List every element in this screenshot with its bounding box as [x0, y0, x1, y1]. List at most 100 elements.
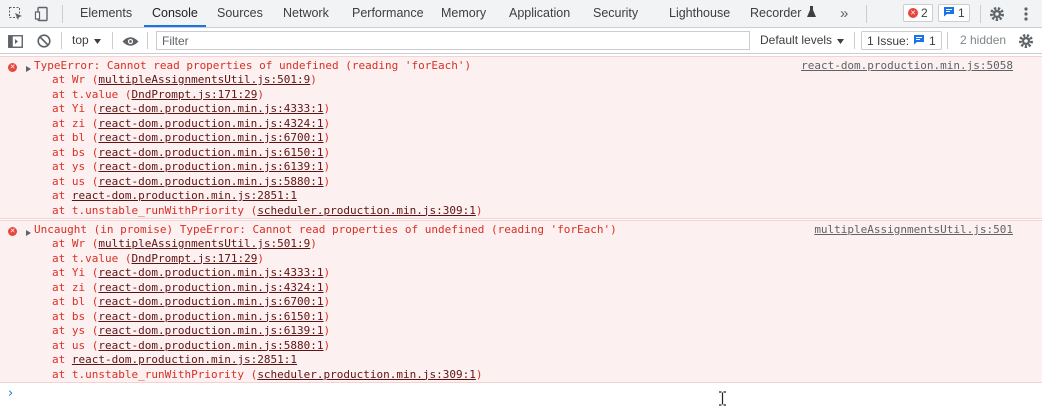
stack-frame: at t.unstable_runWithPriority (scheduler…	[52, 203, 483, 217]
error-icon: ✕	[908, 8, 918, 18]
divider	[61, 32, 62, 49]
message-count: 1	[958, 6, 965, 20]
stack-frame: at bs (react-dom.production.min.js:6150:…	[52, 309, 331, 323]
divider	[854, 32, 855, 49]
stack-frame: at zi (react-dom.production.min.js:4324:…	[52, 280, 331, 294]
tab-network[interactable]: Network	[283, 0, 329, 27]
stack-link[interactable]: multipleAssignmentsUtil.js:501:9	[98, 73, 310, 86]
stack-link[interactable]: react-dom.production.min.js:4333:1	[98, 102, 323, 115]
stack-link[interactable]: react-dom.production.min.js:5880:1	[98, 339, 323, 352]
error-count: 2	[921, 6, 928, 20]
tab-console[interactable]: Console	[144, 0, 206, 27]
tab-memory[interactable]: Memory	[441, 0, 486, 27]
divider	[980, 5, 981, 23]
tab-recorder-label: Recorder	[750, 6, 802, 20]
stack-frame: at Wr (multipleAssignmentsUtil.js:501:9)	[52, 237, 317, 250]
filter-input[interactable]	[156, 31, 750, 50]
message-icon	[943, 6, 955, 20]
hidden-count: 2 hidden	[960, 33, 1007, 47]
flask-icon	[806, 0, 816, 27]
stack-frame: at us (react-dom.production.min.js:5880:…	[52, 174, 331, 188]
stack-link[interactable]: react-dom.production.min.js:2851:1	[72, 189, 297, 202]
stack-frame: at ys (react-dom.production.min.js:6139:…	[52, 324, 331, 337]
context-label: top	[72, 33, 89, 47]
stack-link[interactable]: react-dom.production.min.js:4333:1	[98, 266, 323, 279]
stack-frame: at react-dom.production.min.js:2851:1	[52, 189, 298, 202]
issues-count: 1	[929, 33, 936, 48]
tab-performance[interactable]: Performance	[352, 0, 424, 27]
tab-elements[interactable]: Elements	[80, 0, 132, 27]
context-selector[interactable]: top	[72, 33, 101, 47]
stack-link[interactable]: react-dom.production.min.js:4324:1	[98, 117, 323, 130]
console-toolbar: top Default levels 1 Issue: 1 2 hidden	[0, 28, 1042, 54]
stack-frame: at t.unstable_runWithPriority (scheduler…	[52, 367, 483, 381]
tab-application[interactable]: Application	[509, 0, 570, 27]
stack-frame: at ys (react-dom.production.min.js:6139:…	[52, 160, 331, 173]
stack-link[interactable]: multipleAssignmentsUtil.js:501:9	[98, 237, 310, 250]
error-icon: ✕	[8, 227, 17, 236]
dropdown-arrow-icon	[93, 33, 101, 47]
live-expression-eye-icon[interactable]	[120, 31, 140, 51]
divider	[947, 32, 948, 49]
device-toolbar-icon[interactable]	[32, 4, 52, 24]
inspect-element-icon[interactable]	[6, 4, 26, 24]
message-count-badge[interactable]: 1	[938, 4, 970, 22]
kebab-menu-icon[interactable]	[1016, 4, 1036, 24]
stack-link[interactable]: react-dom.production.min.js:4324:1	[98, 281, 323, 294]
settings-gear-icon[interactable]	[987, 4, 1007, 24]
stack-frame: at Yi (react-dom.production.min.js:4333:…	[52, 266, 331, 279]
stack-frame: at us (react-dom.production.min.js:5880:…	[52, 338, 331, 352]
stack-link[interactable]: react-dom.production.min.js:6139:1	[98, 160, 323, 173]
clear-console-icon[interactable]	[34, 31, 54, 51]
console-error-message: ✕ TypeError: Cannot read properties of u…	[0, 56, 1042, 219]
stack-frame: at react-dom.production.min.js:2851:1	[52, 353, 298, 366]
stack-link[interactable]: react-dom.production.min.js:5880:1	[98, 175, 323, 188]
stack-frame: at t.value (DndPrompt.js:171:29)	[52, 87, 264, 101]
tab-security[interactable]: Security	[593, 0, 638, 27]
error-text: TypeError: Cannot read properties of und…	[34, 59, 472, 72]
stack-frame: at Wr (multipleAssignmentsUtil.js:501:9)	[52, 73, 317, 86]
stack-link[interactable]: react-dom.production.min.js:6139:1	[98, 324, 323, 337]
tab-recorder[interactable]: Recorder	[750, 0, 816, 27]
levels-label: Default levels	[760, 33, 833, 47]
stack-link[interactable]: scheduler.production.min.js:309:1	[257, 204, 476, 217]
error-count-badge[interactable]: ✕ 2	[903, 4, 933, 22]
default-levels-dropdown[interactable]: Default levels	[760, 33, 845, 47]
stack-link[interactable]: react-dom.production.min.js:6150:1	[98, 146, 323, 159]
stack-link[interactable]: react-dom.production.min.js:6700:1	[98, 295, 323, 308]
tab-sources[interactable]: Sources	[217, 0, 263, 27]
sidebar-toggle-icon[interactable]	[5, 31, 25, 51]
expand-triangle-icon[interactable]	[26, 66, 31, 72]
stack-frame: at zi (react-dom.production.min.js:4324:…	[52, 116, 331, 130]
devtools-tabbar: Elements Console Sources Network Perform…	[0, 0, 1042, 28]
tab-lighthouse[interactable]: Lighthouse	[669, 0, 730, 27]
issues-label: 1 Issue:	[867, 33, 910, 48]
stack-link[interactable]: react-dom.production.min.js:6150:1	[98, 310, 323, 323]
error-icon: ✕	[8, 63, 17, 72]
console-settings-gear-icon[interactable]	[1016, 31, 1036, 51]
divider	[112, 32, 113, 49]
issues-button[interactable]: 1 Issue: 1	[861, 31, 942, 50]
dropdown-arrow-icon	[837, 33, 845, 47]
divider	[62, 5, 63, 23]
stack-link[interactable]: DndPrompt.js:171:29	[131, 252, 257, 265]
issue-message-icon	[913, 34, 925, 48]
stack-link[interactable]: DndPrompt.js:171:29	[131, 88, 257, 101]
expand-triangle-icon[interactable]	[26, 230, 31, 236]
stack-link[interactable]: scheduler.production.min.js:309:1	[257, 368, 476, 381]
more-tabs-button[interactable]: »	[840, 0, 848, 27]
stack-frame: at bs (react-dom.production.min.js:6150:…	[52, 145, 331, 159]
console-prompt-icon: ›	[8, 386, 14, 401]
source-link[interactable]: react-dom.production.min.js:5058	[801, 59, 1013, 73]
stack-link[interactable]: react-dom.production.min.js:6700:1	[98, 131, 323, 144]
source-link[interactable]: multipleAssignmentsUtil.js:501	[814, 223, 1013, 237]
divider	[147, 32, 148, 49]
stack-link[interactable]: react-dom.production.min.js:2851:1	[72, 353, 297, 366]
stack-frame: at bl (react-dom.production.min.js:6700:…	[52, 295, 331, 308]
stack-frame: at Yi (react-dom.production.min.js:4333:…	[52, 102, 331, 115]
text-cursor-icon	[718, 391, 727, 409]
stack-frame: at t.value (DndPrompt.js:171:29)	[52, 251, 264, 265]
console-input[interactable]	[24, 384, 1034, 408]
error-text: Uncaught (in promise) TypeError: Cannot …	[34, 223, 617, 236]
console-error-message: ✕ Uncaught (in promise) TypeError: Canno…	[0, 220, 1042, 383]
